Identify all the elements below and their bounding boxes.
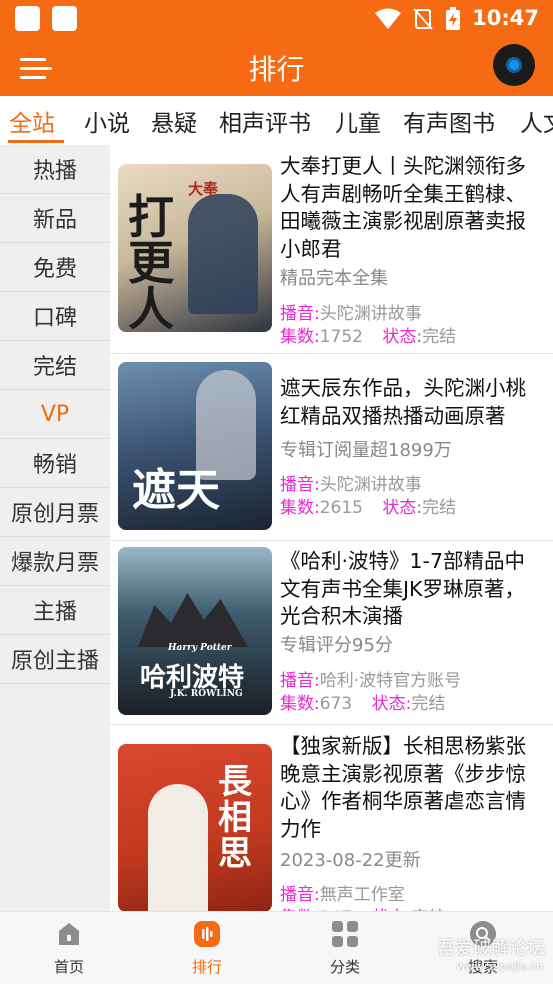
book-episodes-status: 集数:2615 状态:完结	[280, 498, 457, 518]
book-subtitle: 专辑订阅量超1899万	[280, 440, 452, 461]
sidebar-item-finished[interactable]: 完结	[0, 341, 110, 390]
book-subtitle: 精品完本全集	[280, 268, 388, 289]
book-episodes-status: 集数:347 状态:完结	[280, 903, 445, 911]
book-anchor: 播音:無声工作室	[280, 885, 405, 905]
sidebar-item-original-anchor[interactable]: 原创主播	[0, 635, 110, 684]
sidebar-item-free[interactable]: 免费	[0, 243, 110, 292]
book-list: 大奉 打更人 大奉打更人丨头陀渊领衔多人有声剧畅听全集王鹤棣、田曦薇主演影视剧原…	[110, 145, 553, 911]
page-title: 排行	[248, 53, 305, 86]
notification-square-icon	[15, 6, 40, 31]
watermark-url: www.52pojie.cn	[456, 960, 543, 973]
book-episodes-status: 集数:1752 状态:完结	[280, 327, 457, 347]
nav-ranking[interactable]: 排行	[167, 920, 247, 977]
status-time: 10:47	[472, 6, 539, 30]
category-grid-icon	[332, 921, 358, 947]
rank-sidebar: 热播 新品 免费 口碑 完结 VP 畅销 原创月票 爆款月票 主播 原创主播	[0, 145, 110, 911]
tab-all[interactable]: 全站	[9, 104, 55, 138]
cover-small-title: 大奉	[188, 180, 219, 198]
nav-label-category: 分类	[329, 958, 360, 976]
list-item[interactable]: 遮天 遮天辰东作品，头陀渊小桃红精品双播热播动画原著 专辑订阅量超1899万 播…	[110, 354, 553, 541]
tab-crosstalk[interactable]: 相声评书	[219, 104, 311, 138]
list-item[interactable]: Harry Potter 哈利波特 J.K. ROWLING 《哈利·波特》1-…	[110, 541, 553, 725]
book-title: 遮天辰东作品，头陀渊小桃红精品双播热播动画原著	[280, 376, 526, 428]
battery-charging-icon	[446, 7, 460, 30]
list-item[interactable]: 大奉 打更人 大奉打更人丨头陀渊领衔多人有声剧畅听全集王鹤棣、田曦薇主演影视剧原…	[110, 145, 553, 354]
book-subtitle: 2023-08-22更新	[280, 850, 421, 871]
book-subtitle: 专辑评分95分	[280, 635, 393, 656]
book-episodes-status: 集数:673 状态:完结	[280, 694, 446, 714]
cover-author: J.K. ROWLING	[170, 689, 243, 699]
book-title: 大奉打更人丨头陀渊领衔多人有声剧畅听全集王鹤棣、田曦薇主演影视剧原著卖报小郎君	[280, 154, 526, 261]
nav-label-home: 首页	[53, 958, 84, 976]
book-anchor: 播音:哈利·波特官方账号	[280, 671, 462, 691]
book-anchor: 播音:头陀渊讲故事	[280, 304, 422, 324]
sidebar-item-bestseller[interactable]: 畅销	[0, 439, 110, 488]
bottom-nav: 首页 排行 分类 搜索 吾爱破解论坛 www.52pojie.cn	[0, 911, 553, 984]
book-cover[interactable]: 大奉 打更人	[118, 164, 272, 332]
notification-square-icon	[52, 6, 77, 31]
nav-category[interactable]: 分类	[305, 920, 385, 977]
book-title: 《哈利·波特》1-7部精品中文有声书全集JK罗琳原著，光合积木演播	[280, 549, 525, 628]
book-cover[interactable]: 長相思	[118, 744, 272, 911]
sidebar-item-hit-monthly[interactable]: 爆款月票	[0, 537, 110, 586]
sidebar-item-anchor[interactable]: 主播	[0, 586, 110, 635]
sidebar-item-new[interactable]: 新品	[0, 194, 110, 243]
tab-audiobook[interactable]: 有声图书	[403, 104, 495, 138]
sidebar-item-vp[interactable]: VP	[0, 390, 110, 439]
list-item[interactable]: 長相思 【独家新版】长相思杨紫张晚意主演影视原著《步步惊心》作者桐华原著虐恋言情…	[110, 725, 553, 911]
book-anchor: 播音:头陀渊讲故事	[280, 475, 422, 495]
wifi-icon	[375, 8, 401, 29]
app-bar: 排行	[0, 38, 553, 96]
cover-title: 打更人	[128, 190, 174, 332]
cover-title: 長相思	[218, 762, 252, 874]
category-tabs: 全站 小说 悬疑 相声评书 儿童 有声图书 人文	[0, 96, 553, 144]
book-cover[interactable]: Harry Potter 哈利波特 J.K. ROWLING	[118, 547, 272, 715]
tab-children[interactable]: 儿童	[335, 104, 381, 138]
book-title: 【独家新版】长相思杨紫张晚意主演影视原著《步步惊心》作者桐华原著虐恋言情力作	[280, 734, 526, 841]
vinyl-disc-icon[interactable]	[493, 44, 535, 86]
status-bar: 10:47	[0, 0, 553, 38]
tab-novel[interactable]: 小说	[84, 104, 130, 138]
cover-small-title: Harry Potter	[168, 643, 232, 653]
home-icon	[59, 923, 79, 945]
cover-title: 遮天	[132, 465, 220, 516]
nav-label-ranking: 排行	[191, 958, 222, 976]
tab-humanities[interactable]: 人文	[520, 104, 553, 138]
active-tab-indicator	[8, 140, 64, 143]
nav-home[interactable]: 首页	[29, 920, 109, 977]
sidebar-item-original-monthly[interactable]: 原创月票	[0, 488, 110, 537]
no-signal-icon	[413, 8, 433, 30]
tab-suspense[interactable]: 悬疑	[151, 104, 197, 138]
sidebar-item-reputation[interactable]: 口碑	[0, 292, 110, 341]
sidebar-item-hot[interactable]: 热播	[0, 145, 110, 194]
watermark-text: 吾爱破解论坛	[437, 938, 545, 959]
book-cover[interactable]: 遮天	[118, 362, 272, 530]
ranking-icon	[194, 921, 220, 947]
